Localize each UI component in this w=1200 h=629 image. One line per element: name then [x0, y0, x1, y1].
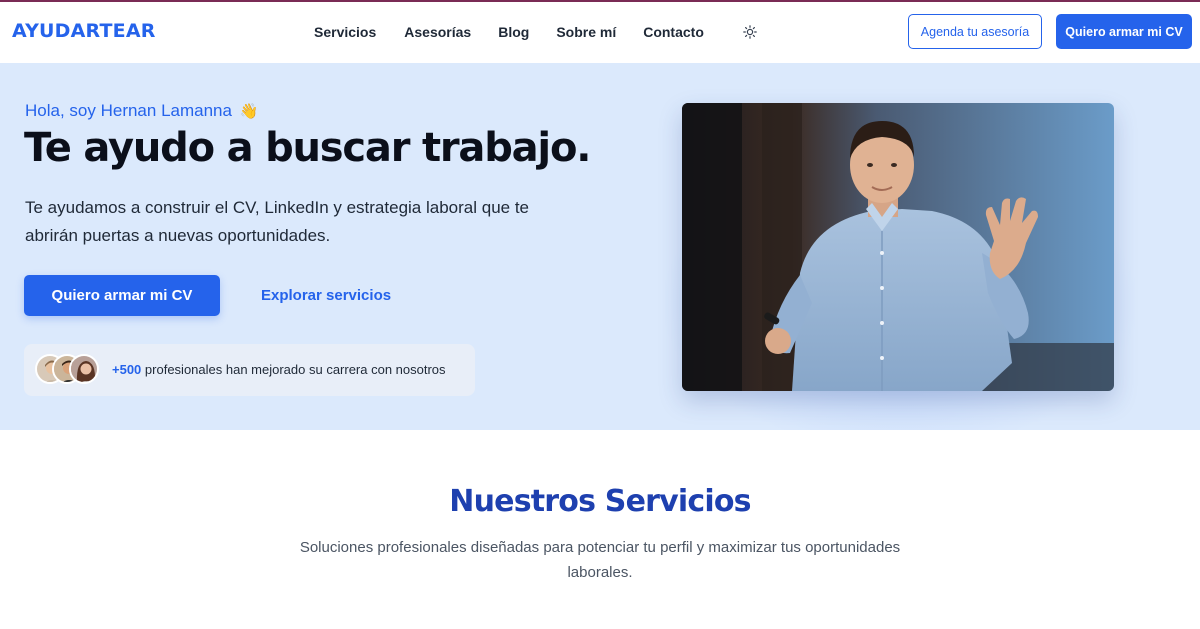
- services-title: Nuestros Servicios: [449, 484, 751, 519]
- schedule-consultation-button[interactable]: Agenda tu asesoría: [908, 14, 1042, 49]
- hero-subtitle: Te ayudamos a construir el CV, LinkedIn …: [25, 198, 529, 245]
- nav-item-contacto[interactable]: Contacto: [643, 24, 704, 40]
- avatar-stack: [35, 354, 101, 386]
- brand-logo[interactable]: AYUDARTEAR: [12, 20, 156, 42]
- greeting-text: Hola, soy Hernan Lamanna: [25, 101, 232, 120]
- nav-item-blog[interactable]: Blog: [498, 24, 529, 40]
- social-proof-label: profesionales han mejorado su carrera co…: [144, 362, 446, 377]
- sun-icon[interactable]: [742, 24, 758, 40]
- hero-section: Hola, soy Hernan Lamanna 👋 Te ayudo a bu…: [0, 63, 1200, 430]
- hero-greeting: Hola, soy Hernan Lamanna 👋: [25, 101, 258, 121]
- main-nav: Servicios Asesorías Blog Sobre mí Contac…: [314, 24, 758, 40]
- explore-services-link[interactable]: Explorar servicios: [261, 287, 391, 304]
- hero-headline: Te ayudo a buscar trabajo.: [24, 125, 591, 171]
- avatar: [69, 354, 99, 384]
- site-header: AYUDARTEAR Servicios Asesorías Blog Sobr…: [0, 2, 1200, 63]
- build-cv-header-button[interactable]: Quiero armar mi CV: [1056, 14, 1192, 49]
- waving-hand-icon: 👋: [239, 103, 259, 120]
- build-cv-hero-button[interactable]: Quiero armar mi CV: [24, 275, 220, 316]
- nav-item-asesorias[interactable]: Asesorías: [404, 24, 471, 40]
- nav-item-sobre-mi[interactable]: Sobre mí: [556, 24, 616, 40]
- hero-photo: [682, 103, 1114, 391]
- services-subtitle: Soluciones profesionales diseñadas para …: [299, 539, 901, 581]
- social-proof-badge: +500 profesionales han mejorado su carre…: [24, 344, 475, 396]
- nav-item-servicios[interactable]: Servicios: [314, 24, 376, 40]
- social-proof-count: +500: [112, 362, 142, 377]
- social-proof-text: +500 profesionales han mejorado su carre…: [112, 362, 446, 377]
